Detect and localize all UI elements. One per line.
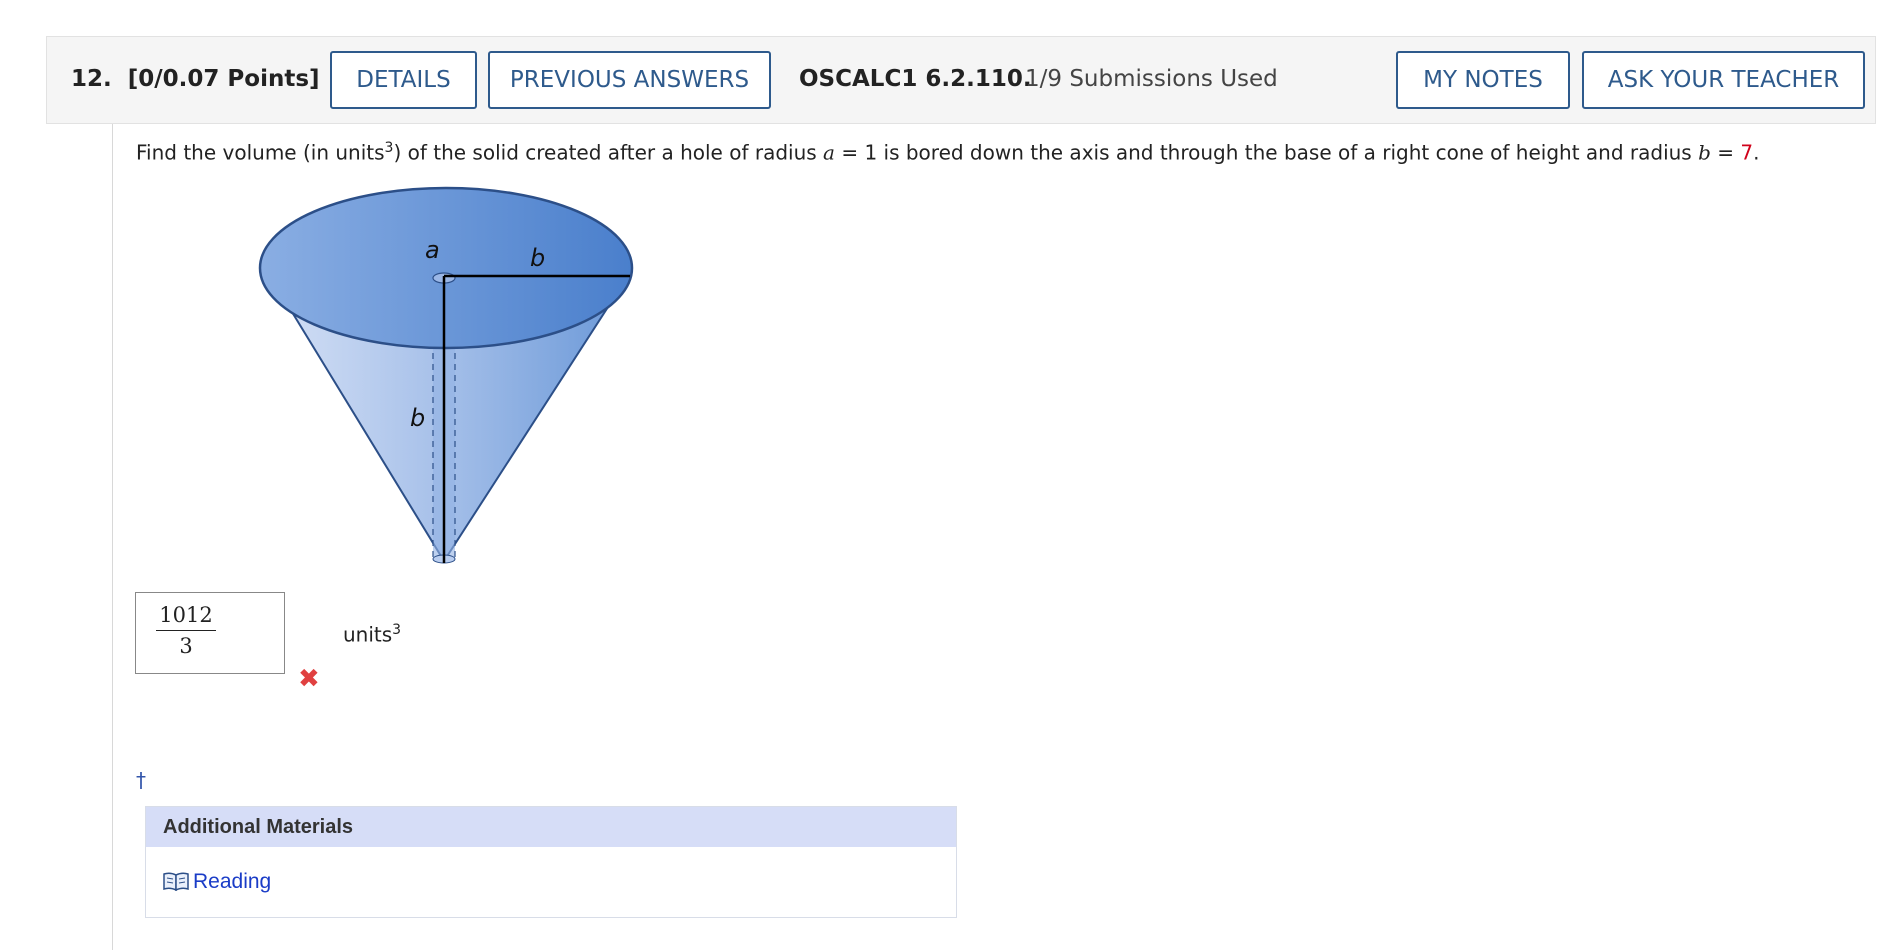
previous-answers-button[interactable]: PREVIOUS ANSWERS: [488, 51, 771, 109]
incorrect-icon: ✖: [298, 664, 320, 694]
problem-code: OSCALC1 6.2.110.: [799, 66, 1032, 92]
submissions-used: 1/9 Submissions Used: [1025, 66, 1278, 92]
ask-your-teacher-button[interactable]: ASK YOUR TEACHER: [1582, 51, 1865, 109]
reading-link-label[interactable]: Reading: [193, 870, 271, 893]
label-b-height: b: [410, 404, 425, 432]
content-left-rule: [112, 124, 113, 950]
b-value: 7: [1740, 140, 1754, 165]
additional-materials-panel: Additional Materials Reading: [145, 806, 957, 918]
footnote-dagger: †: [136, 768, 146, 792]
answer-units: units3: [343, 622, 402, 647]
additional-materials-title: Additional Materials: [146, 807, 956, 847]
answer-numerator: 1012: [156, 603, 216, 631]
reading-link[interactable]: Reading: [163, 870, 271, 897]
answer-denominator: 3: [179, 634, 193, 658]
answer-input[interactable]: 1012 3: [135, 592, 285, 674]
details-button[interactable]: DETAILS: [330, 51, 477, 109]
cone-diagram-svg: a b b: [258, 186, 634, 564]
question-number-points: 12. [0/0.07 Points]: [71, 66, 320, 92]
my-notes-button[interactable]: MY NOTES: [1396, 51, 1570, 109]
answer-fraction: 1012 3: [156, 603, 216, 658]
question-points: [0/0.07 Points]: [127, 66, 320, 92]
cone-diagram: a b b: [250, 186, 650, 580]
label-b-radius: b: [530, 244, 545, 272]
question-header: 12. [0/0.07 Points] DETAILS PREVIOUS ANS…: [46, 36, 1876, 124]
book-icon: [163, 871, 189, 897]
cone-top-ellipse: [258, 186, 634, 350]
label-a: a: [425, 236, 440, 264]
question-number: 12.: [71, 66, 112, 92]
question-text: Find the volume (in units3) of the solid…: [136, 140, 1760, 165]
